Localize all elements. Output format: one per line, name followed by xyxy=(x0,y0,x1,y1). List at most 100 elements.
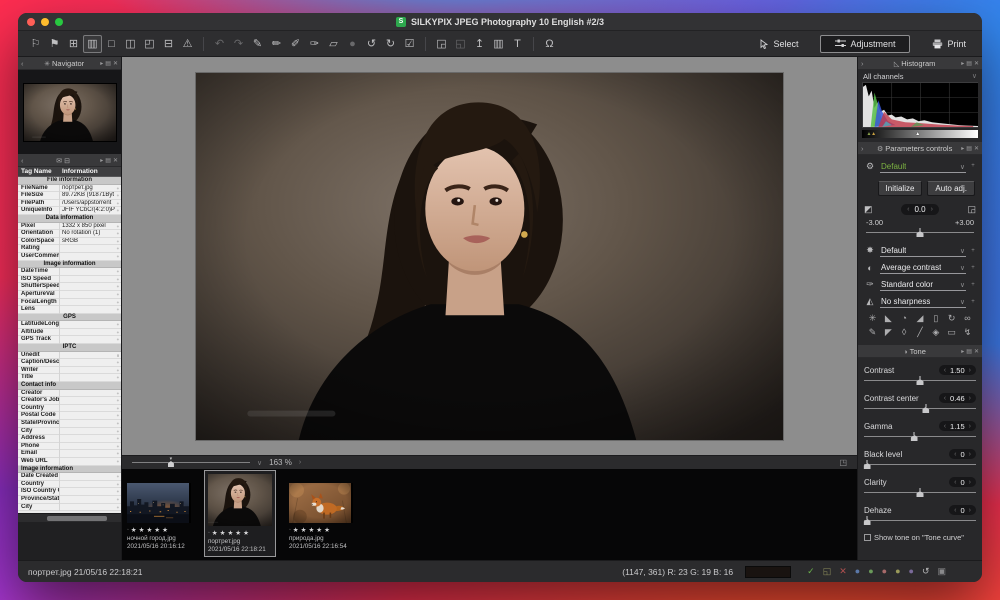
row-action-icon[interactable]: + xyxy=(115,473,121,481)
rating-stars[interactable]: ◦★★★★★ xyxy=(127,525,191,535)
minimize-button[interactable] xyxy=(41,18,49,26)
star-icon[interactable]: ★ xyxy=(301,526,307,534)
table-row[interactable]: Email+ xyxy=(18,450,121,458)
properties-header[interactable]: ‹ ✉⊟ ▸▤✕ xyxy=(18,154,121,167)
panel-menu-icon[interactable]: ▸ xyxy=(100,157,103,164)
table-row[interactable]: Rating+ xyxy=(18,245,121,253)
pen-remove-icon[interactable]: ✐ xyxy=(286,35,305,53)
decrease-icon[interactable]: ‹ xyxy=(954,507,956,514)
tone-slider[interactable] xyxy=(864,405,976,414)
rating-stars[interactable]: ◦★★★★★ xyxy=(208,528,272,538)
white-balance-dropdown-control[interactable]: Default∨ xyxy=(880,244,966,257)
star-icon[interactable]: ★ xyxy=(220,529,226,537)
title-bar[interactable]: S SILKYPIX JPEG Photography 10 English #… xyxy=(18,13,982,31)
slider-value-box[interactable]: ‹1.15› xyxy=(939,421,976,431)
panel-list-icon[interactable]: ▤ xyxy=(966,348,972,355)
row-action-icon[interactable]: + xyxy=(115,306,121,314)
navigator-preview[interactable] xyxy=(18,70,121,154)
compare-view-icon[interactable]: ◫ xyxy=(121,35,140,53)
table-row[interactable]: Phone+ xyxy=(18,443,121,451)
increase-icon[interactable]: › xyxy=(931,206,933,213)
slider-value-box[interactable]: ‹0› xyxy=(949,477,976,487)
dropdown-add-icon[interactable]: + xyxy=(970,248,976,254)
main-photo[interactable] xyxy=(196,73,783,440)
panel-menu-icon[interactable]: ▸ xyxy=(100,60,103,67)
spot-tool-icon[interactable]: ◔ xyxy=(898,313,911,324)
panel-menu-icon[interactable]: ▸ xyxy=(961,145,964,152)
row-action-icon[interactable]: + xyxy=(115,443,121,451)
row-action-icon[interactable]: + xyxy=(115,238,121,246)
table-row[interactable]: ISO Country C+ xyxy=(18,488,121,496)
table-row[interactable]: City+ xyxy=(18,428,121,436)
shapes-tool-icon[interactable]: ◈ xyxy=(929,327,942,338)
table-row[interactable]: Title+ xyxy=(18,374,121,382)
redo-icon[interactable]: ↷ xyxy=(229,35,248,53)
paste-settings-icon[interactable]: ◱ xyxy=(451,35,470,53)
face-search-icon[interactable]: Ω xyxy=(540,35,559,53)
row-action-icon[interactable]: + xyxy=(115,223,121,231)
decrease-icon[interactable]: ‹ xyxy=(954,451,956,458)
panel-close-icon[interactable]: ✕ xyxy=(974,60,979,67)
histogram-header[interactable]: › ◺Histogram ▸▤✕ xyxy=(858,57,982,70)
row-action-icon[interactable]: + xyxy=(115,359,121,367)
close-button[interactable] xyxy=(27,18,35,26)
copy-settings-icon[interactable]: ◲ xyxy=(432,35,451,53)
adjustment-mode-button[interactable]: Adjustment xyxy=(820,35,910,53)
panel-close-icon[interactable]: ✕ xyxy=(974,145,979,152)
row-action-icon[interactable]: + xyxy=(115,481,121,489)
tone-slider[interactable] xyxy=(864,517,976,526)
star-icon[interactable]: ★ xyxy=(146,526,152,534)
save-mark-icon[interactable]: ▣ xyxy=(937,566,946,577)
row-action-icon[interactable]: + xyxy=(115,458,121,466)
table-row[interactable]: Address+ xyxy=(18,435,121,443)
table-row[interactable]: Pixel1332 x 850 pixel+ xyxy=(18,223,121,231)
decrease-icon[interactable]: ‹ xyxy=(944,423,946,430)
combination-view-icon[interactable]: ▥ xyxy=(83,35,102,53)
panel-close-icon[interactable]: ✕ xyxy=(113,157,118,164)
scrollbar-thumb[interactable] xyxy=(47,516,107,521)
dodge-tool-icon[interactable]: ◣ xyxy=(882,313,895,324)
row-action-icon[interactable]: + xyxy=(115,245,121,253)
delete-mark-icon[interactable]: ✕ xyxy=(839,566,847,577)
tone-curve-checkbox-row[interactable]: Show tone on "Tone curve" xyxy=(864,533,976,542)
slider-value-box[interactable]: ‹0.46› xyxy=(939,393,976,403)
mark-blue-icon[interactable]: ● xyxy=(855,566,860,577)
increase-icon[interactable]: › xyxy=(969,423,971,430)
crop2-tool-icon[interactable]: ▭ xyxy=(945,327,958,338)
image-preview-area[interactable] xyxy=(122,57,857,455)
auto-adjust-button[interactable]: Auto adj. xyxy=(927,181,975,196)
collapse-left-icon[interactable]: ‹ xyxy=(21,156,28,165)
row-action-icon[interactable]: + xyxy=(115,185,121,193)
shadow-marker2[interactable]: ▲ xyxy=(871,130,876,138)
table-row[interactable]: FilePath/Users/appstorrent+ xyxy=(18,200,121,208)
table-row[interactable]: UserComment+ xyxy=(18,253,121,261)
zoom-button[interactable] xyxy=(55,18,63,26)
flag-right-icon[interactable]: ⚑ xyxy=(45,35,64,53)
link-tool-icon[interactable]: ∞ xyxy=(961,313,974,324)
star-icon[interactable]: ★ xyxy=(316,526,322,534)
row-action-icon[interactable]: + xyxy=(115,299,121,307)
increase-icon[interactable]: › xyxy=(969,395,971,402)
exif-table[interactable]: File informationFileNameпортрет.jpg+File… xyxy=(18,177,121,513)
table-row[interactable]: Web URL+ xyxy=(18,458,121,466)
table-row[interactable]: Date Created+ xyxy=(18,473,121,481)
star-icon[interactable]: ★ xyxy=(293,526,299,534)
table-row[interactable]: Country+ xyxy=(18,405,121,413)
initialize-button[interactable]: Initialize xyxy=(878,181,923,196)
mark-green-icon[interactable]: ● xyxy=(868,566,873,577)
star-icon[interactable]: ★ xyxy=(162,526,168,534)
taste-add-icon[interactable]: + xyxy=(970,163,976,169)
undo-mark-icon[interactable]: ↺ xyxy=(922,566,930,577)
preview-view-icon[interactable]: □ xyxy=(102,35,121,53)
star-icon[interactable]: ★ xyxy=(243,529,249,537)
filmstrip-card[interactable]: ◦★★★★★портрет.jpg2021/05/16 22:18:21 xyxy=(204,470,276,557)
panel-list-icon[interactable]: ▤ xyxy=(105,60,111,67)
collapse-left-icon[interactable]: ‹ xyxy=(21,59,28,68)
taste-gear-icon[interactable]: ⚙ xyxy=(864,161,876,172)
star-icon[interactable]: ★ xyxy=(212,529,218,537)
multi-preview-icon[interactable]: ⊟ xyxy=(159,35,178,53)
checkbox-icon[interactable] xyxy=(864,534,871,541)
panel-list-icon[interactable]: ▤ xyxy=(105,157,111,164)
decrease-icon[interactable]: ‹ xyxy=(944,395,946,402)
midtone-marker[interactable]: ▲ xyxy=(915,130,920,138)
